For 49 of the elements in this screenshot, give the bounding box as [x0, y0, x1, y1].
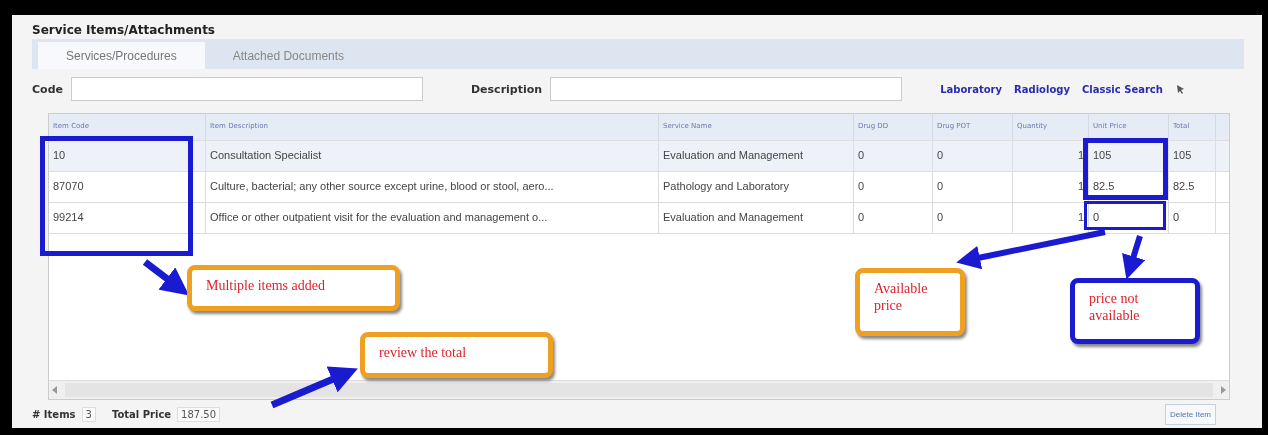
scrollbar[interactable] [49, 380, 1229, 399]
table-cell: 0 [854, 203, 933, 233]
table-row[interactable]: 87070 Culture, bacterial; any other source except urine, blood or stool, aero... Pathology and Laboratory 0 0 1 82.5 82.5 [49, 171, 1229, 202]
table-cell: 82.5 [1169, 172, 1216, 202]
total-price-label: Total Price [111, 408, 172, 420]
table-cell: 1 [1013, 203, 1089, 233]
section-title: Service Items/Attachments [32, 23, 216, 39]
table-cell: 82.5 [1089, 172, 1169, 202]
table-cell: 0 [1169, 203, 1216, 233]
table-cell: 1 [1013, 172, 1089, 202]
delete-item-button[interactable]: Delete Item [1165, 403, 1216, 425]
table-cell: 87070 [49, 172, 206, 202]
table-cell: Culture, bacterial; any other source except urine, blood or stool, aero... [206, 172, 659, 202]
tab[interactable]: Attached Documents [204, 42, 373, 69]
link[interactable]: Laboratory [940, 83, 1003, 95]
table-cell: 105 [1089, 141, 1169, 171]
table-cell: 0 [1089, 203, 1169, 233]
table-cell: 0 [854, 141, 933, 171]
tab[interactable]: Services/Procedures [38, 42, 205, 69]
items-count: 3 [81, 406, 96, 422]
input-field[interactable] [70, 77, 423, 101]
arrow [1122, 235, 1146, 280]
link[interactable]: Classic Search [1081, 83, 1163, 95]
table-row[interactable]: 10 Consultation Specialist Evaluation and Management 0 0 1 105 105 [49, 140, 1229, 171]
callout: review the total [360, 332, 553, 378]
table-cell: 0 [933, 172, 1013, 202]
table-cell: Office or other outpatient visit for the evaluation and management o... [206, 203, 659, 233]
table-cell: 105 [1169, 141, 1216, 171]
table-cell: 0 [933, 141, 1013, 171]
total-price-value: 187.50 [177, 406, 221, 422]
input-field[interactable] [550, 77, 903, 101]
table-cell: Evaluation and Management [659, 203, 854, 233]
table-row[interactable]: 99214 Office or other outpatient visit for the evaluation and management o... Evaluation and Management 0 0 1 0 0 [49, 202, 1229, 233]
table-cell: 10 [49, 141, 206, 171]
arrow [142, 259, 190, 296]
items-label: # Items [32, 408, 76, 420]
callout: price not available [1070, 278, 1200, 344]
table-cell: Pathology and Laboratory [659, 172, 854, 202]
table-cell: 0 [854, 172, 933, 202]
table-cell: Consultation Specialist [206, 141, 659, 171]
table-cell: Evaluation and Management [659, 141, 854, 171]
table-cell: 99214 [49, 203, 206, 233]
table-cell: 0 [933, 203, 1013, 233]
table-cell: 1 [1013, 141, 1089, 171]
callout: Multiple items added [187, 265, 400, 311]
link[interactable]: Radiology [1014, 83, 1070, 95]
filter-label: Description [470, 82, 543, 96]
filter-label: Code [32, 82, 63, 96]
callout: Available price [855, 268, 965, 336]
